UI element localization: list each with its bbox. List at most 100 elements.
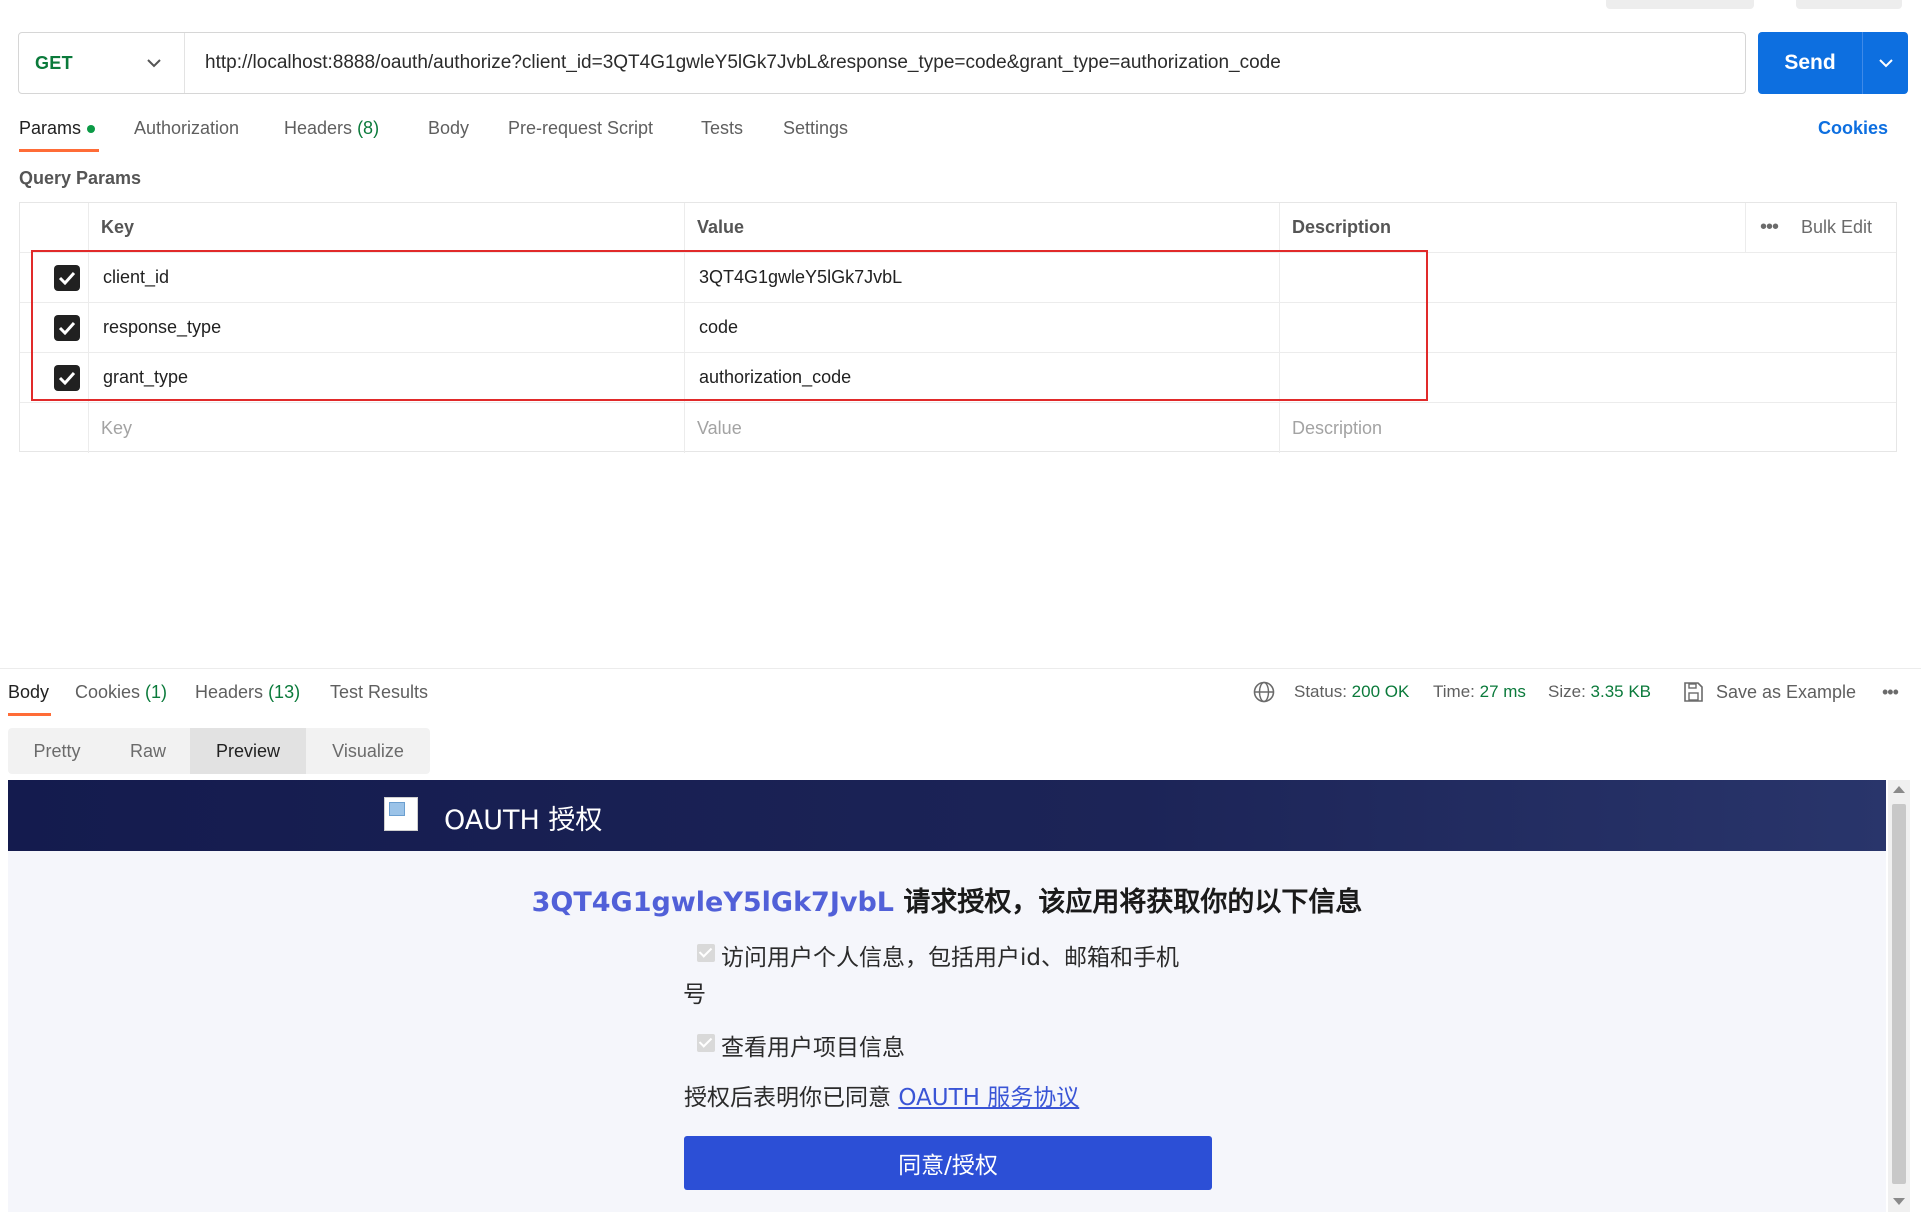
url-input[interactable]: http://localhost:8888/oauth/authorize?cl… <box>185 52 1281 74</box>
preview-title: OAUTH 授权 <box>444 805 603 836</box>
new-description-input[interactable]: Description <box>1292 403 1382 453</box>
globe-icon[interactable] <box>1252 680 1276 704</box>
tab-body[interactable]: Body <box>428 118 469 139</box>
param-value[interactable]: authorization_code <box>699 353 851 402</box>
more-options-icon[interactable]: ••• <box>1760 203 1779 252</box>
tab-headers-label: Headers <box>284 118 353 138</box>
agreement-prefix: 授权后表明你已同意 <box>684 1085 899 1111</box>
cookies-link[interactable]: Cookies <box>1818 118 1888 139</box>
query-params-title: Query Params <box>19 168 142 188</box>
table-row: client_id 3QT4G1gwleY5lGk7JvbL <box>20 253 1896 303</box>
save-icon <box>1684 682 1703 702</box>
param-key[interactable]: client_id <box>103 253 169 302</box>
response-tab-cookies-label: Cookies <box>75 682 141 702</box>
scroll-up-icon[interactable] <box>1893 786 1905 793</box>
param-value[interactable]: code <box>699 303 738 352</box>
view-visualize[interactable]: Visualize <box>306 728 430 774</box>
response-tab-headers[interactable]: Headers (13) <box>195 682 300 703</box>
checkmark-icon <box>58 321 76 335</box>
value-column-header: Value <box>697 217 745 237</box>
response-headers-count: (13) <box>268 682 301 702</box>
permission-checkbox[interactable] <box>697 1034 715 1052</box>
permission-text: 查看用户项目信息 <box>721 1035 905 1061</box>
preview-scrollbar[interactable] <box>1888 780 1910 1212</box>
new-param-row: Key Value Description <box>20 403 1896 453</box>
response-preview: OAUTH 授权 3QT4G1gwleY5lGk7JvbL 请求授权，该应用将获… <box>8 780 1886 1212</box>
query-params-table: Key Value Description ••• Bulk Edit clie… <box>19 202 1897 453</box>
response-more-icon[interactable]: ••• <box>1882 682 1899 703</box>
tab-settings[interactable]: Settings <box>783 118 848 139</box>
headers-count: (8) <box>357 118 380 138</box>
tab-params-label: Params <box>19 118 82 138</box>
description-column-header: Description <box>1292 217 1392 237</box>
chevron-down-icon <box>1878 59 1893 68</box>
row-checkbox[interactable] <box>54 314 80 341</box>
response-tab-test-results[interactable]: Test Results <box>330 682 428 703</box>
view-pretty[interactable]: Pretty <box>8 728 106 774</box>
permission-text: 访问用户个人信息，包括用户id、邮箱和手机 <box>721 945 1179 971</box>
agreement-link[interactable]: OAUTH 服务协议 <box>898 1085 1079 1111</box>
view-preview[interactable]: Preview <box>190 728 306 774</box>
new-key-input[interactable]: Key <box>101 403 132 453</box>
permission-item: 访问用户个人信息，包括用户id、邮箱和手机 号 <box>683 940 1213 1014</box>
param-value[interactable]: 3QT4G1gwleY5lGk7JvbL <box>699 253 902 302</box>
row-checkbox-cell <box>54 253 80 302</box>
tab-headers[interactable]: Headers (8) <box>284 118 379 139</box>
pane-divider[interactable] <box>0 668 1921 669</box>
authorization-request-text: 3QT4G1gwleY5lGk7JvbL 请求授权，该应用将获取你的以下信息 <box>8 880 1886 919</box>
row-checkbox[interactable] <box>54 264 80 291</box>
new-value-input[interactable]: Value <box>697 403 742 453</box>
row-checkbox[interactable] <box>54 364 80 391</box>
response-view-switch: Pretty Raw Preview Visualize <box>8 728 430 774</box>
checkmark-icon <box>58 371 76 385</box>
chevron-down-icon <box>147 59 161 68</box>
table-row: response_type code <box>20 303 1896 353</box>
top-toolbar-ghost-2 <box>1796 0 1902 9</box>
time-value: 27 ms <box>1479 682 1526 701</box>
send-options-button[interactable] <box>1862 32 1908 94</box>
request-tabs: Params Authorization Headers (8) Body Pr… <box>0 112 1921 156</box>
response-tab-body[interactable]: Body <box>8 682 49 703</box>
method-label: GET <box>35 52 73 73</box>
status-label: Status: <box>1294 682 1347 701</box>
response-time[interactable]: Time: 27 ms <box>1433 682 1526 702</box>
response-tab-headers-label: Headers <box>195 682 264 702</box>
tab-tests[interactable]: Tests <box>701 118 743 139</box>
response-status[interactable]: Status: 200 OK <box>1294 682 1409 702</box>
row-checkbox-cell <box>54 303 80 352</box>
param-key[interactable]: grant_type <box>103 353 188 402</box>
active-tab-underline <box>19 149 99 152</box>
tab-authorization[interactable]: Authorization <box>134 118 239 139</box>
param-key[interactable]: response_type <box>103 303 221 352</box>
response-size[interactable]: Size: 3.35 KB <box>1548 682 1651 702</box>
permission-checkbox[interactable] <box>697 944 715 962</box>
broken-image-icon <box>384 797 418 831</box>
request-text: 请求授权，该应用将获取你的以下信息 <box>894 887 1363 918</box>
size-label: Size: <box>1548 682 1586 701</box>
row-checkbox-cell <box>54 353 80 402</box>
view-raw[interactable]: Raw <box>106 728 190 774</box>
table-header-row: Key Value Description ••• Bulk Edit <box>20 203 1896 253</box>
scroll-down-icon[interactable] <box>1893 1198 1905 1205</box>
app-id: 3QT4G1gwleY5lGk7JvbL <box>531 887 894 918</box>
permission-item: 查看用户项目信息 <box>683 1030 1213 1067</box>
checkmark-icon <box>58 271 76 285</box>
response-cookies-count: (1) <box>145 682 168 702</box>
response-active-underline <box>8 713 51 716</box>
authorize-button[interactable]: 同意/授权 <box>684 1136 1212 1190</box>
bulk-edit-button[interactable]: Bulk Edit <box>1801 203 1872 252</box>
permission-text-continued: 号 <box>683 982 706 1008</box>
method-select[interactable]: GET <box>19 33 185 93</box>
size-value: 3.35 KB <box>1590 682 1652 701</box>
top-toolbar-ghost <box>1606 0 1754 9</box>
request-bar: GET http://localhost:8888/oauth/authoriz… <box>18 32 1746 94</box>
tab-params[interactable]: Params <box>19 118 96 139</box>
response-tab-cookies[interactable]: Cookies (1) <box>75 682 167 703</box>
tab-pre-request-script[interactable]: Pre-request Script <box>508 118 653 139</box>
time-label: Time: <box>1433 682 1475 701</box>
preview-header: OAUTH 授权 <box>8 780 1886 851</box>
params-active-dot <box>87 125 96 134</box>
send-button[interactable]: Send <box>1758 32 1908 94</box>
scroll-thumb[interactable] <box>1892 804 1906 1184</box>
save-as-example-button[interactable]: Save as Example <box>1716 682 1856 703</box>
